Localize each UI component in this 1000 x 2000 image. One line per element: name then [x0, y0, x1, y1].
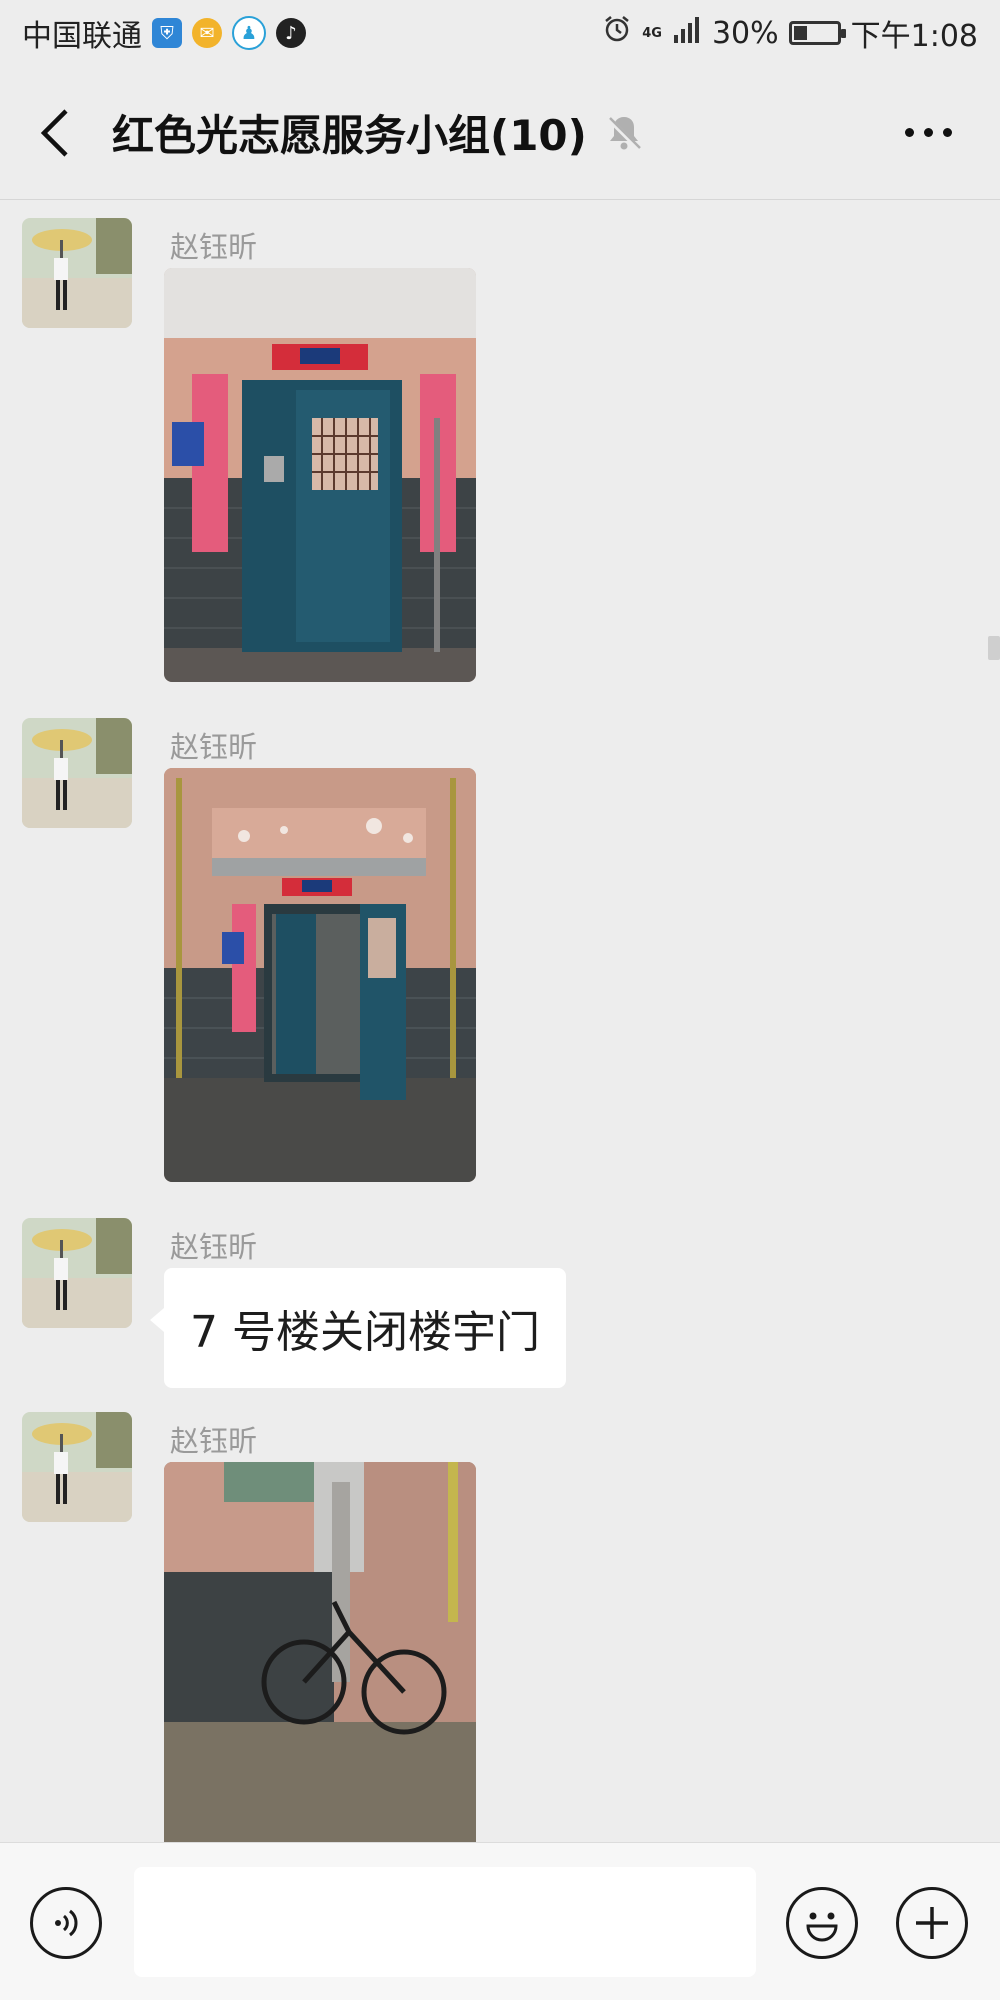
- apartment-door-open-image: [164, 768, 476, 1182]
- signal-icon: [672, 15, 702, 51]
- photo-message[interactable]: [164, 268, 476, 682]
- avatar[interactable]: [22, 718, 132, 828]
- photo-message[interactable]: [164, 768, 476, 1182]
- status-left: 中国联通 ⛨ ✉ ♟ ♪: [22, 11, 306, 55]
- back-button[interactable]: [0, 66, 110, 199]
- voice-button[interactable]: [30, 1887, 102, 1959]
- text-message-bubble[interactable]: 7 号楼关闭楼宇门: [150, 1268, 566, 1388]
- sender-name: 赵钰昕: [170, 730, 258, 764]
- avatar[interactable]: [22, 1412, 132, 1522]
- input-bar: [0, 1842, 1000, 2000]
- shield-icon: ⛨: [152, 18, 182, 48]
- emoji-icon: [806, 1912, 838, 1942]
- avatar[interactable]: [22, 218, 132, 328]
- sender-name: 赵钰昕: [170, 1230, 258, 1264]
- tiktok-icon: ♪: [276, 18, 306, 48]
- network-type: 4G: [642, 25, 662, 41]
- sender-name: 赵钰昕: [170, 1424, 258, 1458]
- battery-level-fill: [793, 26, 807, 40]
- page-title: 红色光志愿服务小组(10): [112, 111, 587, 160]
- mail-icon: ✉: [192, 18, 222, 48]
- emoji-button[interactable]: [786, 1887, 858, 1959]
- status-bar: 中国联通 ⛨ ✉ ♟ ♪ 4G 30% 下午1:08: [0, 0, 1000, 66]
- chat-header: 红色光志愿服务小组(10): [0, 66, 1000, 200]
- plus-icon: [916, 1907, 948, 1939]
- more-button[interactable]: [905, 66, 952, 199]
- chat-area[interactable]: 赵钰昕 赵钰昕 赵钰昕 7 号楼关闭楼宇门 赵钰昕: [0, 200, 1000, 1842]
- bicycle-image: [164, 1462, 476, 1842]
- alarm-icon: [602, 14, 632, 52]
- dot: [943, 128, 952, 137]
- status-right: 4G 30% 下午1:08: [602, 11, 978, 55]
- scrollbar-thumb[interactable]: [988, 636, 1000, 660]
- chevron-left-icon: [40, 108, 68, 157]
- carrier-label: 中国联通: [22, 19, 142, 54]
- apartment-door-image: [164, 268, 476, 682]
- bell-muted-icon: [605, 113, 643, 153]
- battery-icon: [788, 21, 846, 45]
- battery-percent: 30%: [711, 15, 779, 51]
- sender-name: 赵钰昕: [170, 230, 258, 264]
- dot: [905, 128, 914, 137]
- dot: [924, 128, 933, 137]
- clock: 下午1:08: [850, 19, 978, 54]
- plus-button[interactable]: [896, 1887, 968, 1959]
- qq-icon: ♟: [232, 16, 266, 50]
- photo-message[interactable]: [164, 1462, 476, 1842]
- voice-icon: [55, 1909, 78, 1937]
- avatar[interactable]: [22, 1218, 132, 1328]
- message-input[interactable]: [134, 1867, 756, 1977]
